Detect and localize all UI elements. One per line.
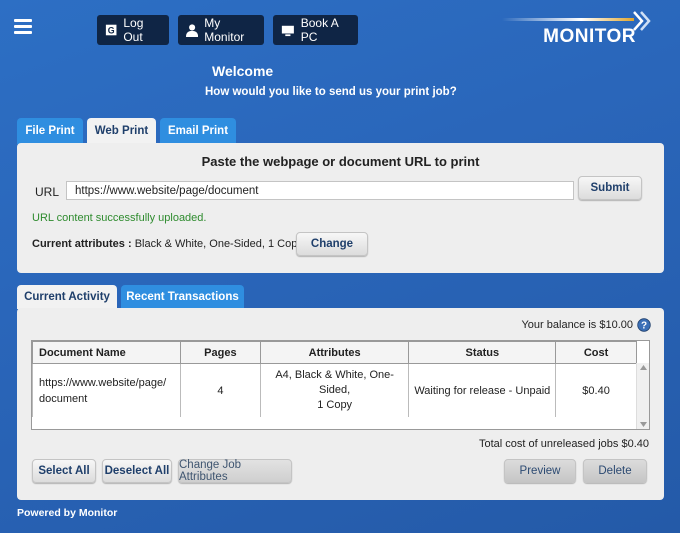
preview-button[interactable]: Preview xyxy=(504,459,576,483)
logo-text: MONITOR xyxy=(543,26,636,47)
tab-file-print[interactable]: File Print xyxy=(17,118,83,144)
my-monitor-label: My Monitor xyxy=(204,16,245,44)
svg-text:?: ? xyxy=(641,321,647,332)
tab-current-activity[interactable]: Current Activity xyxy=(17,285,117,309)
activity-table-container: Document Name Pages Attributes Status Co… xyxy=(31,340,650,430)
cell-attributes: A4, Black & White, One-Sided, 1 Copy xyxy=(259,363,410,417)
success-message: URL content successfully uploaded. xyxy=(32,212,207,224)
logout-icon: G xyxy=(105,24,117,36)
table-row[interactable]: https://www.website/page/document 4 A4, … xyxy=(32,363,637,417)
col-status[interactable]: Status xyxy=(408,341,557,364)
change-attributes-button[interactable]: Change xyxy=(296,232,368,256)
balance-text: Your balance is $10.00 xyxy=(521,319,633,331)
welcome-subtitle: How would you like to send us your print… xyxy=(205,86,457,98)
help-icon[interactable]: ? xyxy=(637,318,651,332)
url-label: URL xyxy=(35,185,60,199)
web-print-panel: Paste the webpage or document URL to pri… xyxy=(17,143,664,273)
logout-label: Log Out xyxy=(123,16,144,44)
hamburger-menu-icon[interactable] xyxy=(14,19,32,35)
total-unreleased-cost: Total cost of unreleased jobs $0.40 xyxy=(478,438,649,450)
book-a-pc-label: Book A PC xyxy=(300,16,339,44)
cell-cost: $0.40 xyxy=(555,363,637,417)
scroll-up-icon[interactable] xyxy=(640,365,647,370)
deselect-all-button[interactable]: Deselect All xyxy=(102,459,172,483)
delete-button[interactable]: Delete xyxy=(583,459,647,483)
book-a-pc-button[interactable]: Book A PC xyxy=(273,15,358,45)
current-attributes-value: Black & White, One-Sided, 1 Copy, xyxy=(134,238,306,250)
scroll-down-icon[interactable] xyxy=(640,422,647,427)
welcome-title: Welcome xyxy=(212,63,274,79)
col-cost[interactable]: Cost xyxy=(555,341,637,364)
logout-button[interactable]: G Log Out xyxy=(97,15,169,45)
monitor-icon xyxy=(281,25,294,36)
col-pages[interactable]: Pages xyxy=(179,341,261,364)
current-activity-panel: Your balance is $10.00 ? Document Name P… xyxy=(17,308,664,500)
footer-powered-by: Powered by Monitor xyxy=(17,507,118,519)
submit-button[interactable]: Submit xyxy=(578,176,642,200)
cell-pages: 4 xyxy=(179,363,261,417)
current-attributes-label: Current attributes : xyxy=(32,238,132,250)
tab-recent-transactions[interactable]: Recent Transactions xyxy=(121,285,244,309)
web-print-heading: Paste the webpage or document URL to pri… xyxy=(201,154,480,169)
svg-text:G: G xyxy=(108,26,115,36)
col-attributes[interactable]: Attributes xyxy=(259,341,410,364)
table-header-row: Document Name Pages Attributes Status Co… xyxy=(32,341,637,364)
url-input[interactable] xyxy=(66,181,574,200)
activity-table: Document Name Pages Attributes Status Co… xyxy=(32,341,637,417)
change-job-attributes-button[interactable]: Change Job Attributes xyxy=(178,459,292,483)
user-icon xyxy=(186,23,199,37)
tab-email-print[interactable]: Email Print xyxy=(160,118,236,144)
monitor-logo: MONITOR xyxy=(498,10,658,47)
tab-web-print[interactable]: Web Print xyxy=(87,118,156,144)
cell-document-name: https://www.website/page/document xyxy=(32,363,181,417)
cell-status: Waiting for release - Unpaid xyxy=(408,363,557,417)
my-monitor-button[interactable]: My Monitor xyxy=(178,15,264,45)
table-scrollbar[interactable] xyxy=(636,363,649,429)
col-document-name[interactable]: Document Name xyxy=(32,341,181,364)
select-all-button[interactable]: Select All xyxy=(32,459,96,483)
